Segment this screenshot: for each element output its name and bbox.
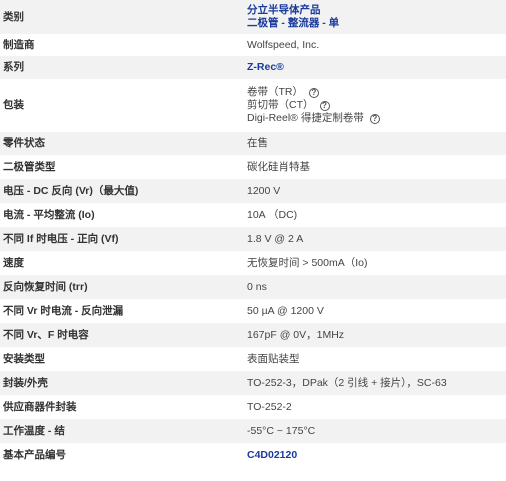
row-diode-type: 二极管类型 碳化硅肖特基 — [0, 155, 506, 179]
row-operating-temp: 工作温度 - 结 -55°C ~ 175°C — [0, 419, 506, 443]
attr-label: 供应商器件封装 — [0, 395, 245, 419]
attr-value: C4D02120 — [245, 443, 506, 467]
attr-value: 表面贴装型 — [245, 347, 506, 371]
attr-label: 不同 Vr 时电流 - 反向泄漏 — [0, 299, 245, 323]
attr-label: 反向恢复时间 (trr) — [0, 275, 245, 299]
row-capacitance: 不同 Vr、F 时电容 167pF @ 0V，1MHz — [0, 323, 506, 347]
attr-value: TO-252-2 — [245, 395, 506, 419]
category-link-discrete[interactable]: 分立半导体产品 — [247, 4, 321, 16]
attr-label: 不同 If 时电压 - 正向 (Vf) — [0, 227, 245, 251]
attr-label: 封装/外壳 — [0, 371, 245, 395]
packaging-value: 卷带（TR） ? 剪切带（CT） ? Digi-Reel® 得捷定制卷带 ? — [245, 79, 506, 132]
help-icon[interactable]: ? — [319, 100, 330, 111]
row-voltage-dc-reverse: 电压 - DC 反向 (Vr)（最大值) 1200 V — [0, 179, 506, 203]
attr-value: 0 ns — [245, 275, 506, 299]
row-series: 系列 Z-Rec® — [0, 56, 506, 79]
attr-label: 电压 - DC 反向 (Vr)（最大值) — [0, 179, 245, 203]
attr-label: 类别 — [0, 0, 245, 34]
attr-value: 碳化硅肖特基 — [245, 155, 506, 179]
attr-label: 零件状态 — [0, 132, 245, 155]
attr-label: 电流 - 平均整流 (Io) — [0, 203, 245, 227]
packaging-label: 剪切带（CT） — [247, 99, 314, 111]
base-part-number-link[interactable]: C4D02120 — [247, 449, 297, 461]
attr-value: Z-Rec® — [245, 56, 506, 79]
packaging-option: 卷带（TR） ? — [247, 86, 506, 99]
packaging-option: Digi-Reel® 得捷定制卷带 ? — [247, 112, 506, 125]
row-current-avg-rectified: 电流 - 平均整流 (Io) 10A （DC) — [0, 203, 506, 227]
row-reverse-recovery-time: 反向恢复时间 (trr) 0 ns — [0, 275, 506, 299]
attr-value: -55°C ~ 175°C — [245, 419, 506, 443]
attr-value: 分立半导体产品 二极管 - 整流器 - 单 — [245, 0, 506, 34]
category-link-diode-rectifier[interactable]: 二极管 - 整流器 - 单 — [247, 17, 339, 29]
attr-label: 不同 Vr、F 时电容 — [0, 323, 245, 347]
attr-label: 制造商 — [0, 34, 245, 56]
row-category: 类别 分立半导体产品 二极管 - 整流器 - 单 — [0, 0, 506, 34]
row-reverse-leakage: 不同 Vr 时电流 - 反向泄漏 50 µA @ 1200 V — [0, 299, 506, 323]
row-manufacturer: 制造商 Wolfspeed, Inc. — [0, 34, 506, 56]
attr-label: 安装类型 — [0, 347, 245, 371]
attr-label: 包装 — [0, 79, 245, 132]
attr-label: 基本产品编号 — [0, 443, 245, 467]
row-part-status: 零件状态 在售 — [0, 132, 506, 155]
row-package-case: 封装/外壳 TO-252-3，DPak（2 引线 + 接片），SC-63 — [0, 371, 506, 395]
attr-label: 系列 — [0, 56, 245, 79]
attr-value: 在售 — [245, 132, 506, 155]
attr-label: 二极管类型 — [0, 155, 245, 179]
series-link[interactable]: Z-Rec® — [247, 61, 284, 73]
attr-value: 1200 V — [245, 179, 506, 203]
row-supplier-package: 供应商器件封装 TO-252-2 — [0, 395, 506, 419]
attr-label: 工作温度 - 结 — [0, 419, 245, 443]
packaging-label: Digi-Reel® 得捷定制卷带 — [247, 112, 364, 124]
product-attributes-table: 类别 分立半导体产品 二极管 - 整流器 - 单 制造商 Wolfspeed, … — [0, 0, 506, 467]
packaging-option: 剪切带（CT） ? — [247, 99, 506, 112]
attr-value: 50 µA @ 1200 V — [245, 299, 506, 323]
attr-value: 10A （DC) — [245, 203, 506, 227]
row-speed: 速度 无恢复时间 > 500mA（Io) — [0, 251, 506, 275]
attr-value: 167pF @ 0V，1MHz — [245, 323, 506, 347]
packaging-label: 卷带（TR） — [247, 86, 303, 98]
help-icon[interactable]: ? — [309, 87, 319, 98]
row-voltage-forward: 不同 If 时电压 - 正向 (Vf) 1.8 V @ 2 A — [0, 227, 506, 251]
help-icon[interactable]: ? — [369, 113, 380, 124]
attr-label: 速度 — [0, 251, 245, 275]
row-base-part-number: 基本产品编号 C4D02120 — [0, 443, 506, 467]
row-packaging: 包装 卷带（TR） ? 剪切带（CT） ? Digi-Reel® 得捷定制卷带 … — [0, 79, 506, 132]
row-mounting-type: 安装类型 表面贴装型 — [0, 347, 506, 371]
attr-value: 1.8 V @ 2 A — [245, 227, 506, 251]
manufacturer-value: Wolfspeed, Inc. — [245, 34, 506, 56]
attr-value: 无恢复时间 > 500mA（Io) — [245, 251, 506, 275]
attr-value: TO-252-3，DPak（2 引线 + 接片），SC-63 — [245, 371, 506, 395]
